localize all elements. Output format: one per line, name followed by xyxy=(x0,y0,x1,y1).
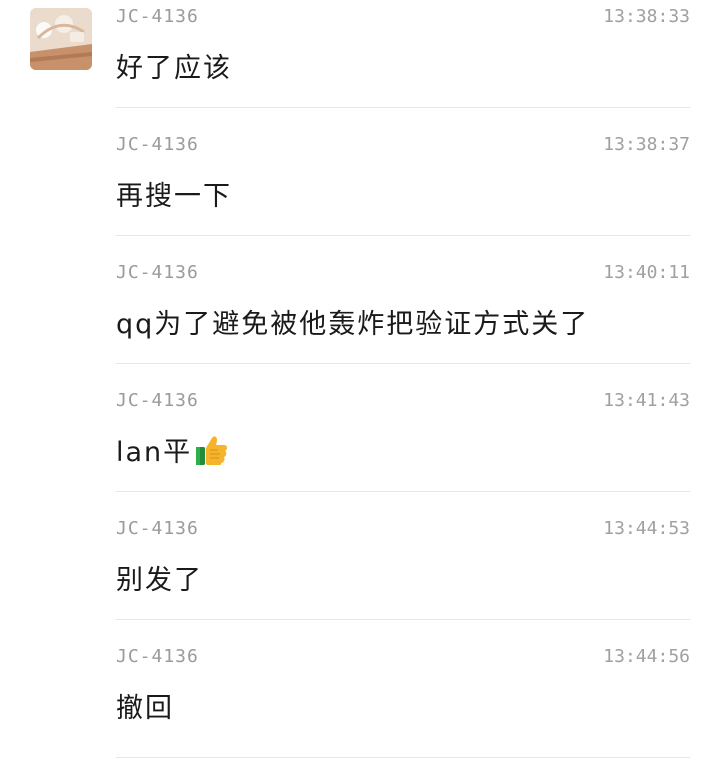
sender-name: JC-4136 xyxy=(116,134,199,155)
sender-name: JC-4136 xyxy=(116,262,199,283)
message-item[interactable]: JC-4136 13:41:43 lan平 xyxy=(116,384,690,512)
divider xyxy=(116,491,690,492)
message-text: 好了应该 xyxy=(116,53,232,84)
message-item[interactable]: JC-4136 13:38:33 好了应该 xyxy=(116,0,690,128)
sender-name: JC-4136 xyxy=(116,390,199,411)
timestamp: 13:44:53 xyxy=(603,518,690,539)
message-text: 再搜一下 xyxy=(116,181,232,212)
timestamp: 13:38:33 xyxy=(603,6,690,27)
sender-name: JC-4136 xyxy=(116,518,199,539)
message-item[interactable]: JC-4136 13:40:11 qq为了避免被他轰炸把验证方式关了 xyxy=(116,256,690,384)
message-text: qq为了避免被他轰炸把验证方式关了 xyxy=(116,309,590,340)
message-item[interactable]: JC-4136 13:38:37 再搜一下 xyxy=(116,128,690,256)
avatar[interactable] xyxy=(30,8,92,70)
message-text: lan平 xyxy=(116,437,193,468)
message-item[interactable]: JC-4136 13:44:56 撤回 xyxy=(116,640,690,758)
thumbs-up-icon xyxy=(194,433,228,474)
chat-history: JC-4136 13:38:33 好了应该 JC-4136 13:38:37 再… xyxy=(0,0,720,758)
sender-name: JC-4136 xyxy=(116,646,199,667)
timestamp: 13:41:43 xyxy=(603,390,690,411)
message-item[interactable]: JC-4136 13:44:53 别发了 xyxy=(116,512,690,640)
divider xyxy=(116,235,690,236)
divider xyxy=(116,363,690,364)
message-text: 别发了 xyxy=(116,565,203,596)
timestamp: 13:38:37 xyxy=(603,134,690,155)
message-text: 撤回 xyxy=(116,693,174,724)
timestamp: 13:40:11 xyxy=(603,262,690,283)
message-text-container: lan平 xyxy=(116,430,228,474)
divider xyxy=(116,619,690,620)
sender-name: JC-4136 xyxy=(116,6,199,27)
timestamp: 13:44:56 xyxy=(603,646,690,667)
divider xyxy=(116,107,690,108)
